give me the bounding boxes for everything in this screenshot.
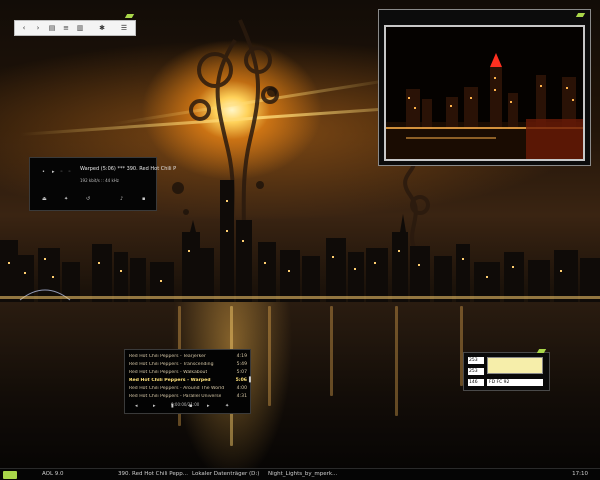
taskbar-item-media[interactable]: 390. Red Hot Chili Pepp...	[118, 471, 192, 477]
explorer-toolbar: ‹ › ▤ ≡ ▥ ✱ ☰	[14, 20, 136, 36]
details-view-button[interactable]: ≡	[61, 23, 71, 33]
playlist-item[interactable]: Red Hot Chili Peppers - Transcending 5:4…	[129, 362, 247, 370]
eject-button[interactable]: ⏏	[42, 196, 47, 202]
red-value-field[interactable]: 253	[468, 357, 484, 364]
widget-corner-mark	[536, 349, 547, 353]
menu-icon: ☰	[120, 24, 128, 32]
track-duration: 5:49	[236, 362, 247, 367]
forward-button[interactable]: ›	[33, 23, 43, 33]
taskbar-item-aol[interactable]: AOL 9.0	[42, 471, 102, 477]
track-duration: 4:00	[236, 386, 247, 391]
playlist-item[interactable]: Red Hot Chili Peppers - Parallel Univers…	[129, 394, 247, 402]
color-picker-widget: 253 253 146 FD FC 92	[463, 349, 550, 391]
playlist-position: 0:00:00/21:00	[171, 402, 200, 407]
track-title: Red Hot Chili Peppers - Walkabout	[129, 370, 208, 375]
track-title: Red Hot Chili Peppers - Tearjerker	[129, 354, 206, 359]
hex-readout-field[interactable]: FD FC 92	[487, 379, 543, 386]
taskbar-item-drive[interactable]: Lokaler Datenträger (D:)	[192, 471, 266, 477]
columns-view-icon: ▥	[76, 24, 84, 32]
stop-button[interactable]: ▪	[189, 403, 192, 409]
blue-value-field[interactable]: 146	[468, 379, 484, 386]
details-view-icon: ≡	[63, 24, 69, 32]
prev-button[interactable]: ◂	[135, 403, 138, 409]
list-view-button[interactable]: ▤	[47, 23, 57, 33]
next-button[interactable]: ▸	[207, 403, 210, 409]
arrow-left-icon: ‹	[22, 24, 26, 32]
shuffle-button[interactable]: ✦	[225, 403, 229, 409]
track-duration: 4:31	[236, 394, 247, 399]
repeat-button[interactable]: ↺	[86, 196, 90, 202]
next-button[interactable]: ◦	[68, 169, 71, 175]
night-city-thumbnail	[386, 27, 583, 159]
shuffle-button[interactable]: ✦	[64, 196, 68, 202]
scrollbar[interactable]: ▐	[247, 377, 251, 383]
close-button[interactable]: ▪	[142, 196, 145, 202]
list-view-icon: ▤	[48, 24, 56, 32]
playlist-item-active[interactable]: Red Hot Chili Peppers - Warped 5:06	[129, 378, 247, 386]
taskbar-item-image[interactable]: Night_Lights_by_mperk...	[268, 471, 348, 477]
media-player-widget: • ▸ ◦ ◦ Warped (5:06) *** 390. Red Hot C…	[29, 157, 176, 211]
green-value: 253	[469, 369, 478, 374]
prev-button[interactable]: ◦	[60, 169, 63, 175]
track-duration: 4:19	[236, 354, 247, 359]
track-title: Red Hot Chili Peppers - Around The World	[129, 386, 225, 391]
track-title: Red Hot Chili Peppers - Warped	[129, 378, 211, 383]
track-duration: 5:06	[235, 378, 247, 383]
viewer-image	[384, 25, 585, 161]
stop-button[interactable]: •	[42, 169, 45, 175]
track-title: Red Hot Chili Peppers - Parallel Univers…	[129, 394, 222, 399]
playlist-item[interactable]: Red Hot Chili Peppers - Around The World…	[129, 386, 247, 394]
columns-view-button[interactable]: ▥	[75, 23, 85, 33]
hex-readout: FD FC 92	[489, 380, 510, 385]
blue-value: 146	[469, 380, 478, 385]
start-button[interactable]	[3, 470, 17, 479]
image-viewer-window[interactable]	[378, 9, 591, 166]
play-button[interactable]: ▸	[153, 403, 156, 409]
now-playing-title: Warped (5:06) *** 390. Red Hot Chili P	[80, 166, 177, 172]
viewer-corner-mark	[575, 13, 586, 17]
settings-gear-icon: ✱	[99, 24, 105, 32]
play-button[interactable]: ▸	[52, 169, 55, 175]
red-value: 253	[469, 358, 478, 363]
back-button[interactable]: ‹	[19, 23, 29, 33]
track-title: Red Hot Chili Peppers - Transcending	[129, 362, 214, 367]
menu-button[interactable]: ☰	[119, 23, 129, 33]
green-value-field[interactable]: 253	[468, 368, 484, 375]
settings-button[interactable]: ✱	[97, 23, 107, 33]
track-duration: 5:07	[236, 370, 247, 375]
volume-button[interactable]: ♪	[120, 196, 123, 202]
playlist-item[interactable]: Red Hot Chili Peppers - Tearjerker 4:19	[129, 354, 247, 362]
color-preview	[487, 357, 543, 374]
taskbar: AOL 9.0 390. Red Hot Chili Pepp... Lokal…	[0, 468, 600, 480]
playlist-item[interactable]: Red Hot Chili Peppers - Walkabout 5:07	[129, 370, 247, 378]
clock: 17:10	[572, 471, 588, 477]
playlist-window: Red Hot Chili Peppers - Tearjerker 4:19 …	[124, 349, 251, 414]
bitrate-info: 192 kbit/s :: 44 kHz	[80, 178, 119, 183]
arrow-right-icon: ›	[36, 24, 40, 32]
pause-button[interactable]: ▮	[171, 403, 174, 409]
